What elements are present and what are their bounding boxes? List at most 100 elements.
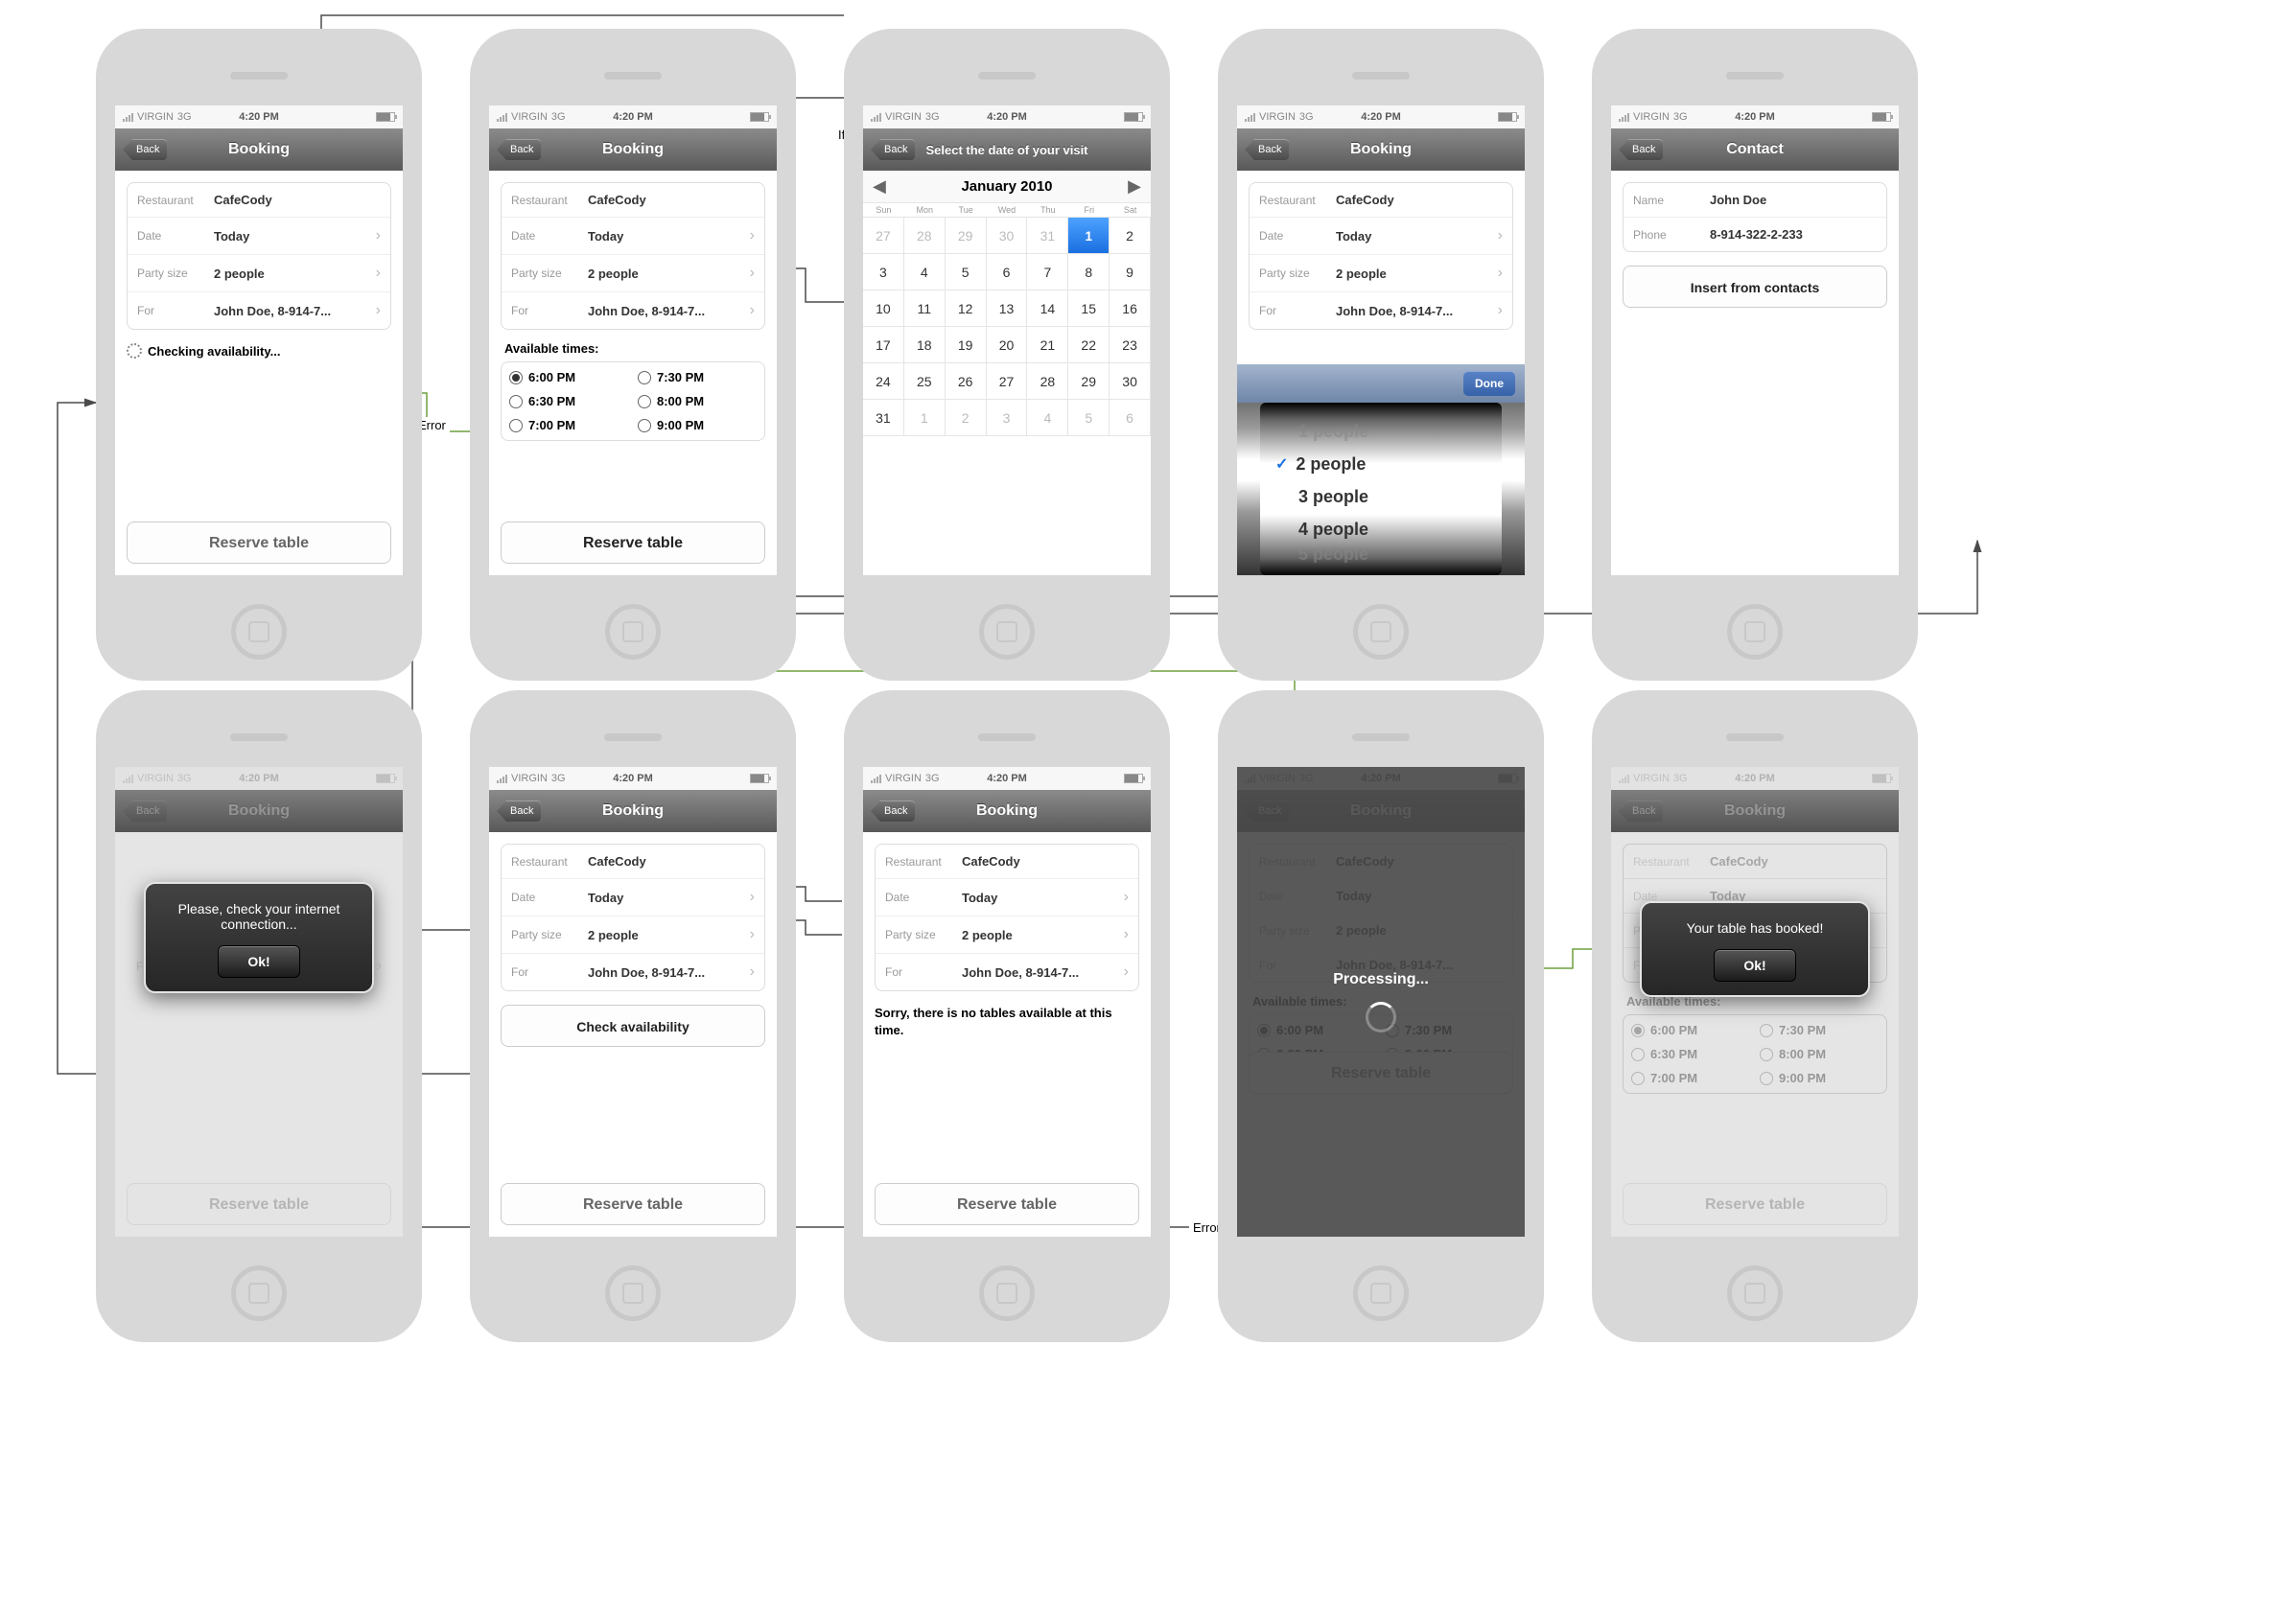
back-button[interactable]: Back — [871, 139, 915, 160]
row-for[interactable]: ForJohn Doe, 8-914-7...› — [502, 954, 764, 990]
calendar-day[interactable]: 27 — [863, 218, 904, 254]
calendar-day[interactable]: 27 — [987, 363, 1028, 400]
time-slot[interactable]: 8:00 PM — [638, 394, 757, 408]
back-button[interactable]: Back — [497, 800, 541, 822]
picker[interactable]: Done 1 people✓2 people3 people4 people5 … — [1237, 364, 1525, 575]
calendar-day[interactable]: 1 — [1068, 218, 1110, 254]
phone-contact: VIRGIN3G 4:20 PM Back Contact NameJohn D… — [1592, 29, 1918, 681]
back-button[interactable]: Back — [1619, 139, 1663, 160]
row-name[interactable]: NameJohn Doe — [1624, 183, 1886, 218]
reserve-button[interactable]: Reserve table — [875, 1183, 1139, 1225]
calendar-day[interactable]: 15 — [1068, 290, 1110, 327]
radio-icon — [638, 419, 651, 432]
row-date[interactable]: DateToday› — [502, 218, 764, 255]
calendar-day[interactable]: 30 — [987, 218, 1028, 254]
alert-ok-button[interactable]: Ok! — [218, 945, 299, 978]
back-button[interactable]: Back — [871, 800, 915, 822]
calendar-day[interactable]: 21 — [1027, 327, 1068, 363]
calendar-day[interactable]: 3 — [987, 400, 1028, 436]
calendar-day[interactable]: 13 — [987, 290, 1028, 327]
radio-icon — [509, 395, 523, 408]
calendar-day[interactable]: 31 — [863, 400, 904, 436]
alert-internet: Please, check your internet connection..… — [144, 882, 374, 993]
calendar-day[interactable]: 30 — [1110, 363, 1151, 400]
calendar-day[interactable]: 6 — [987, 254, 1028, 290]
reserve-button[interactable]: Reserve table — [501, 1183, 765, 1225]
picker-option[interactable]: 1 people — [1260, 415, 1502, 448]
row-party[interactable]: Party size2 people› — [502, 255, 764, 292]
available-times-label: Available times: — [504, 341, 765, 356]
calendar-day[interactable]: 4 — [904, 254, 946, 290]
calendar-day[interactable]: 4 — [1027, 400, 1068, 436]
back-button[interactable]: Back — [123, 139, 167, 160]
statusbar: VIRGIN3G 4:20 PM — [489, 105, 777, 128]
row-date[interactable]: DateToday› — [128, 218, 390, 255]
insert-from-contacts-button[interactable]: Insert from contacts — [1623, 266, 1887, 308]
time-slot[interactable]: 7:00 PM — [509, 418, 628, 432]
alert-ok-button[interactable]: Ok! — [1714, 949, 1795, 982]
calendar-day[interactable]: 2 — [1110, 218, 1151, 254]
calendar-day[interactable]: 28 — [904, 218, 946, 254]
calendar-day[interactable]: 6 — [1110, 400, 1151, 436]
calendar-day[interactable]: 23 — [1110, 327, 1151, 363]
calendar-day[interactable]: 28 — [1027, 363, 1068, 400]
picker-option[interactable]: 5 people — [1260, 545, 1502, 563]
calendar-day[interactable]: 5 — [946, 254, 987, 290]
navbar: Back Booking — [115, 128, 403, 171]
check-icon: ✓ — [1275, 454, 1288, 474]
time-slot[interactable]: 6:00 PM — [509, 370, 628, 384]
calendar-day[interactable]: 9 — [1110, 254, 1151, 290]
chevron-right-icon: › — [750, 227, 755, 244]
calendar-day[interactable]: 26 — [946, 363, 987, 400]
calendar-day[interactable]: 14 — [1027, 290, 1068, 327]
calendar-day[interactable]: 29 — [946, 218, 987, 254]
row-for[interactable]: ForJohn Doe, 8-914-7...› — [128, 292, 390, 329]
row-for[interactable]: ForJohn Doe, 8-914-7...› — [502, 292, 764, 329]
reserve-button[interactable]: Reserve table — [127, 522, 391, 564]
picker-option[interactable]: ✓2 people — [1260, 448, 1502, 480]
calendar-day[interactable]: 24 — [863, 363, 904, 400]
calendar-day[interactable]: 29 — [1068, 363, 1110, 400]
row-party[interactable]: Party size2 people› — [876, 916, 1138, 954]
row-date[interactable]: DateToday› — [502, 879, 764, 916]
calendar-day[interactable]: 22 — [1068, 327, 1110, 363]
back-button[interactable]: Back — [497, 139, 541, 160]
calendar-day[interactable]: 2 — [946, 400, 987, 436]
picker-option[interactable]: 3 people — [1260, 480, 1502, 513]
phone-processing: VIRGIN3G4:20 PM BackBooking RestaurantCa… — [1218, 690, 1544, 1342]
prev-month-button[interactable]: ◀ — [873, 176, 886, 197]
calendar-day[interactable]: 8 — [1068, 254, 1110, 290]
calendar-month: January 2010 — [961, 178, 1052, 195]
time-slot[interactable]: 9:00 PM — [638, 418, 757, 432]
row-party[interactable]: Party size2 people› — [502, 916, 764, 954]
calendar-day[interactable]: 19 — [946, 327, 987, 363]
calendar-day[interactable]: 20 — [987, 327, 1028, 363]
calendar-day[interactable]: 1 — [904, 400, 946, 436]
reserve-button[interactable]: Reserve table — [501, 522, 765, 564]
calendar-day[interactable]: 17 — [863, 327, 904, 363]
calendar-day[interactable]: 31 — [1027, 218, 1068, 254]
calendar-day[interactable]: 12 — [946, 290, 987, 327]
time-slot[interactable]: 7:30 PM — [638, 370, 757, 384]
statusbar: VIRGIN3G 4:20 PM — [863, 105, 1151, 128]
next-month-button[interactable]: ▶ — [1128, 176, 1141, 197]
back-button[interactable]: Back — [1245, 139, 1289, 160]
calendar-day[interactable]: 16 — [1110, 290, 1151, 327]
row-party[interactable]: Party size2 people› — [128, 255, 390, 292]
calendar-day[interactable]: 10 — [863, 290, 904, 327]
check-availability-button[interactable]: Check availability — [501, 1005, 765, 1047]
row-for[interactable]: ForJohn Doe, 8-914-7...› — [876, 954, 1138, 990]
row-restaurant: RestaurantCafeCody — [502, 183, 764, 218]
time-slot[interactable]: 6:30 PM — [509, 394, 628, 408]
calendar-day[interactable]: 3 — [863, 254, 904, 290]
row-phone[interactable]: Phone8-914-322-2-233 — [1624, 218, 1886, 251]
picker-option[interactable]: 4 people — [1260, 513, 1502, 545]
calendar-day[interactable]: 11 — [904, 290, 946, 327]
calendar-day[interactable]: 5 — [1068, 400, 1110, 436]
calendar-day[interactable]: 18 — [904, 327, 946, 363]
calendar-day[interactable]: 25 — [904, 363, 946, 400]
done-button[interactable]: Done — [1463, 371, 1515, 396]
calendar-day[interactable]: 7 — [1027, 254, 1068, 290]
row-date[interactable]: DateToday› — [876, 879, 1138, 916]
alert-booked: Your table has booked! Ok! — [1640, 901, 1870, 997]
